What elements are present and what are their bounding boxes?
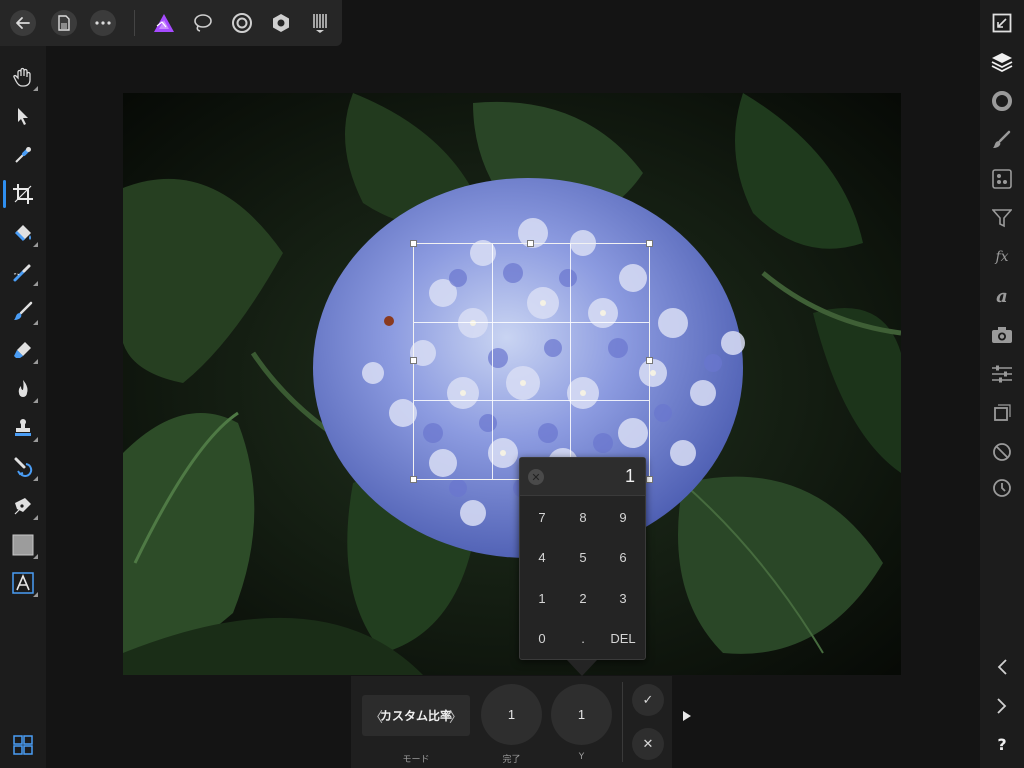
history-icon[interactable] bbox=[989, 475, 1015, 501]
crop-handle-top-right[interactable] bbox=[646, 240, 653, 247]
key-9[interactable]: 9 bbox=[603, 497, 643, 537]
key-3[interactable]: 3 bbox=[603, 578, 643, 618]
selection-brush-icon[interactable] bbox=[8, 257, 38, 287]
color-picker-icon[interactable] bbox=[8, 140, 38, 170]
key-1[interactable]: 1 bbox=[522, 578, 562, 618]
keypad-display: ✕ 1 bbox=[520, 458, 645, 496]
hand-icon[interactable] bbox=[8, 62, 38, 92]
layers-icon[interactable] bbox=[989, 49, 1015, 75]
flood-fill-icon[interactable] bbox=[8, 218, 38, 248]
crop-handle-left[interactable] bbox=[410, 357, 417, 364]
snapshots-icon[interactable] bbox=[989, 322, 1015, 348]
crop-grid-line bbox=[570, 244, 571, 479]
navigator-icon[interactable] bbox=[989, 10, 1015, 36]
crop-handle-top[interactable] bbox=[527, 240, 534, 247]
crop-context-toolbar: 〈 カスタム比率 〉 モード 1 完了 1 Y ✓ ✕ bbox=[351, 676, 672, 768]
healing-icon[interactable] bbox=[8, 452, 38, 482]
key-7[interactable]: 7 bbox=[522, 497, 562, 537]
numeric-keypad: ✕ 1 7 8 9 4 5 6 1 2 3 0 . DEL bbox=[519, 457, 646, 660]
crop-rectangle[interactable] bbox=[410, 240, 653, 483]
keypad-pointer bbox=[567, 660, 597, 676]
help-icon[interactable]: ? bbox=[989, 731, 1015, 757]
crop-grid-line bbox=[414, 400, 649, 401]
keypad-value: 1 bbox=[624, 466, 635, 486]
mode-value: カスタム比率 bbox=[379, 709, 452, 723]
develop-persona-icon[interactable] bbox=[231, 12, 253, 34]
crop-handle-bottom-right[interactable] bbox=[646, 476, 653, 483]
rectangle-icon[interactable] bbox=[8, 530, 38, 560]
crop-grid-line bbox=[414, 322, 649, 323]
pen-icon[interactable] bbox=[8, 491, 38, 521]
crop-icon[interactable] bbox=[8, 179, 38, 209]
app-window: ✕ 1 7 8 9 4 5 6 1 2 3 0 . DEL 〈 カスタム比率 〉… bbox=[0, 0, 1024, 768]
toolbar-divider bbox=[134, 10, 135, 36]
eraser-icon[interactable] bbox=[8, 335, 38, 365]
toolbar-divider bbox=[622, 682, 623, 762]
crop-handle-right[interactable] bbox=[646, 357, 653, 364]
key-delete[interactable]: DEL bbox=[603, 618, 643, 658]
clear-icon[interactable]: ✕ bbox=[528, 469, 544, 485]
liquify-persona-icon[interactable] bbox=[192, 12, 214, 34]
chevron-left-icon[interactable] bbox=[989, 654, 1015, 680]
dodge-burn-icon[interactable] bbox=[8, 374, 38, 404]
crop-handle-top-left[interactable] bbox=[410, 240, 417, 247]
tools-panel bbox=[0, 46, 46, 768]
key-0[interactable]: 0 bbox=[522, 618, 562, 658]
tone-mapping-persona-icon[interactable] bbox=[270, 12, 292, 34]
cancel-icon[interactable]: ✕ bbox=[632, 728, 664, 760]
text-styles-icon[interactable]: a bbox=[989, 283, 1015, 309]
top-toolbar bbox=[0, 0, 342, 46]
key-2[interactable]: 2 bbox=[563, 578, 603, 618]
studio-panel: fx a ? bbox=[980, 0, 1024, 768]
key-8[interactable]: 8 bbox=[563, 497, 603, 537]
key-5[interactable]: 5 bbox=[563, 537, 603, 577]
active-tool-indicator bbox=[3, 180, 6, 208]
mode-label: モード bbox=[402, 755, 430, 765]
key-decimal[interactable]: . bbox=[563, 618, 603, 658]
fx-icon[interactable]: fx bbox=[989, 244, 1015, 270]
move-icon[interactable] bbox=[8, 101, 38, 131]
workspace-grid-icon[interactable] bbox=[8, 730, 38, 760]
chevron-right-icon[interactable] bbox=[989, 693, 1015, 719]
confirm-icon[interactable]: ✓ bbox=[632, 684, 664, 716]
crop-handle-bottom-left[interactable] bbox=[410, 476, 417, 483]
chevron-right-icon[interactable]: 〉 bbox=[449, 707, 463, 727]
chevron-left-icon[interactable]: 〈 bbox=[369, 707, 383, 727]
history-mask-icon[interactable] bbox=[989, 439, 1015, 465]
transform-icon[interactable] bbox=[989, 400, 1015, 426]
more-icon[interactable] bbox=[90, 10, 116, 36]
back-icon[interactable] bbox=[10, 10, 36, 36]
ratio-x-label: 完了 bbox=[502, 755, 521, 765]
expand-toolbar-icon[interactable] bbox=[683, 711, 691, 721]
channels-icon[interactable] bbox=[989, 166, 1015, 192]
document-icon[interactable] bbox=[51, 10, 77, 36]
ratio-y-dial[interactable]: 1 bbox=[551, 684, 612, 745]
clone-stamp-icon[interactable] bbox=[8, 413, 38, 443]
ratio-x-dial[interactable]: 1 bbox=[481, 684, 542, 745]
ratio-y-label: Y bbox=[578, 752, 585, 762]
filters-icon[interactable] bbox=[989, 205, 1015, 231]
color-icon[interactable] bbox=[989, 88, 1015, 114]
brushes-icon[interactable] bbox=[989, 127, 1015, 153]
photo-persona-icon[interactable] bbox=[153, 12, 175, 34]
paint-brush-icon[interactable] bbox=[8, 296, 38, 326]
mode-selector[interactable]: 〈 カスタム比率 〉 bbox=[362, 695, 470, 736]
artistic-text-icon[interactable] bbox=[8, 568, 38, 598]
adjustments-icon[interactable] bbox=[989, 361, 1015, 387]
crop-grid-line bbox=[492, 244, 493, 479]
export-persona-icon[interactable] bbox=[309, 12, 331, 34]
key-6[interactable]: 6 bbox=[603, 537, 643, 577]
key-4[interactable]: 4 bbox=[522, 537, 562, 577]
